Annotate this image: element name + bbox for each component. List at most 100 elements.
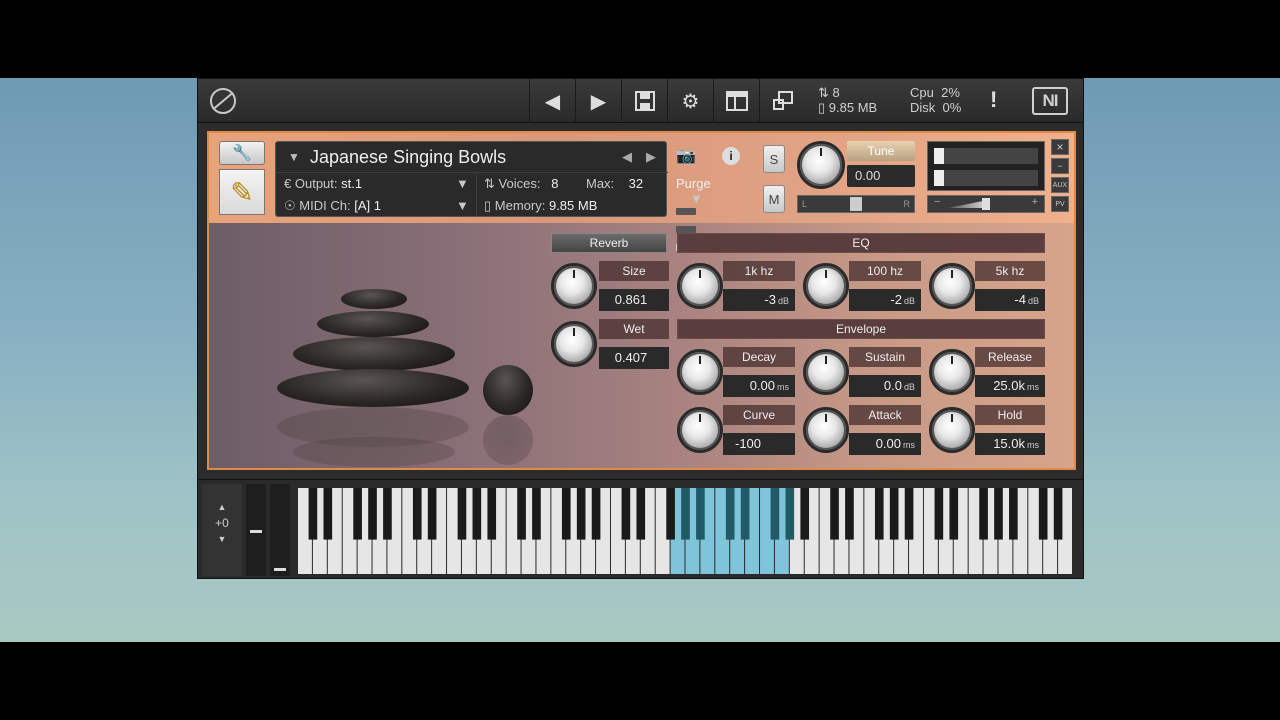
instrument-menu-icon[interactable]: ▼ (288, 150, 300, 164)
warning-icon[interactable]: ! (990, 87, 997, 113)
black-key[interactable] (517, 488, 526, 540)
black-key[interactable] (1009, 488, 1018, 540)
eq-100hz-value[interactable]: -2 dB (849, 289, 921, 311)
attack-value[interactable]: 0.00 ms (849, 433, 921, 455)
black-key[interactable] (979, 488, 988, 540)
eq-5k-value[interactable]: -4 dB (975, 289, 1045, 311)
black-key[interactable] (383, 488, 392, 540)
reverb-size-value[interactable]: 0.861 (599, 289, 669, 311)
camera-icon[interactable]: 📷 (676, 146, 696, 166)
sustain-knob[interactable] (803, 349, 849, 395)
info-icon[interactable]: i (722, 147, 740, 165)
reverb-wet-knob[interactable] (551, 321, 597, 367)
edit-instrument-button[interactable]: 🔧 (219, 141, 265, 165)
black-key[interactable] (1038, 488, 1048, 540)
midi-channel-selector[interactable]: ☉ MIDI Ch: [A] 1 (284, 198, 381, 214)
black-key[interactable] (889, 488, 899, 540)
output-selector[interactable]: € Output: st.1 (284, 176, 362, 191)
octave-down-icon[interactable]: ▼ (202, 534, 242, 544)
close-instrument-button[interactable]: × (1051, 139, 1069, 155)
black-key[interactable] (800, 488, 810, 540)
black-key[interactable] (353, 488, 362, 540)
black-key[interactable] (412, 488, 422, 540)
curve-value[interactable]: -100 (723, 433, 795, 455)
black-key[interactable] (621, 488, 631, 540)
prev-instrument-icon[interactable]: ◀ (622, 149, 632, 165)
octave-up-icon[interactable]: ▲ (202, 502, 242, 512)
max-voices-field[interactable]: Max: 32 (586, 176, 643, 191)
decay-knob[interactable] (677, 349, 723, 395)
aux-button[interactable]: AUX (1051, 177, 1069, 193)
black-key[interactable] (487, 488, 497, 540)
black-key[interactable] (770, 488, 780, 540)
black-key[interactable] (561, 488, 571, 540)
pan-slider[interactable]: L R (797, 195, 915, 213)
black-key[interactable] (323, 488, 333, 540)
pitch-wheel-handle[interactable] (250, 530, 262, 533)
black-key[interactable] (740, 488, 750, 540)
black-key[interactable] (1053, 488, 1063, 540)
mute-button[interactable]: M (763, 185, 785, 213)
tune-value[interactable]: 0.00 (847, 165, 915, 187)
black-key[interactable] (785, 488, 795, 540)
black-key[interactable] (576, 488, 586, 540)
eq-100hz-knob[interactable] (803, 263, 849, 309)
black-key[interactable] (830, 488, 839, 540)
output-dropdown-icon[interactable]: ▼ (456, 176, 469, 191)
black-key[interactable] (636, 488, 646, 540)
black-key[interactable] (934, 488, 944, 540)
reverb-size-knob[interactable] (551, 263, 597, 309)
next-instrument-icon[interactable]: ▶ (646, 149, 656, 165)
minimize-view-button[interactable] (759, 79, 805, 123)
attack-knob[interactable] (803, 407, 849, 453)
minimize-instrument-button[interactable]: − (1051, 158, 1069, 174)
black-key[interactable] (368, 488, 377, 540)
eq-1k-number: -3 (764, 292, 776, 307)
instrument-thumbnail[interactable]: ✎ (219, 169, 265, 215)
eq-1k-value[interactable]: -3 dB (723, 289, 795, 311)
instrument-name[interactable]: Japanese Singing Bowls (310, 147, 506, 168)
black-key[interactable] (591, 488, 601, 540)
black-key[interactable] (725, 488, 735, 540)
mod-wheel[interactable] (270, 484, 290, 576)
black-key[interactable] (845, 488, 854, 540)
black-key[interactable] (457, 488, 467, 540)
tune-knob[interactable] (797, 141, 845, 189)
black-key[interactable] (949, 488, 959, 540)
decay-value[interactable]: 0.00 ms (723, 375, 795, 397)
release-value[interactable]: 25.0k ms (975, 375, 1045, 397)
eq-1k-knob[interactable] (677, 263, 723, 309)
black-key[interactable] (696, 488, 705, 540)
pan-handle[interactable] (850, 197, 862, 211)
black-key[interactable] (427, 488, 437, 540)
black-key[interactable] (532, 488, 541, 540)
pv-button[interactable]: PV (1051, 196, 1069, 212)
sustain-value[interactable]: 0.0 dB (849, 375, 921, 397)
black-key[interactable] (666, 488, 675, 540)
midi-dropdown-icon[interactable]: ▼ (456, 198, 469, 213)
curve-knob[interactable] (677, 407, 723, 453)
options-button[interactable]: ⚙ (667, 79, 713, 123)
eq-5k-knob[interactable] (929, 263, 975, 309)
release-knob[interactable] (929, 349, 975, 395)
solo-button[interactable]: S (763, 145, 785, 173)
reverb-wet-value[interactable]: 0.407 (599, 347, 669, 369)
next-button[interactable]: ▶ (575, 79, 621, 123)
save-button[interactable] (621, 79, 667, 123)
black-key[interactable] (472, 488, 482, 540)
black-key[interactable] (308, 488, 318, 540)
black-key[interactable] (874, 488, 884, 540)
hold-value[interactable]: 15.0k ms (975, 433, 1045, 455)
black-key[interactable] (994, 488, 1003, 540)
volume-handle[interactable] (982, 198, 990, 210)
pitch-wheel[interactable] (246, 484, 266, 576)
black-key[interactable] (681, 488, 690, 540)
piano-keyboard[interactable] (298, 488, 1073, 574)
hold-knob[interactable] (929, 407, 975, 453)
black-key[interactable] (904, 488, 914, 540)
mod-wheel-handle[interactable] (274, 568, 286, 571)
volume-slider[interactable]: − + (927, 195, 1045, 213)
view-button[interactable] (713, 79, 759, 123)
kontakt-logo-icon[interactable] (210, 88, 236, 114)
previous-button[interactable]: ◀ (529, 79, 575, 123)
